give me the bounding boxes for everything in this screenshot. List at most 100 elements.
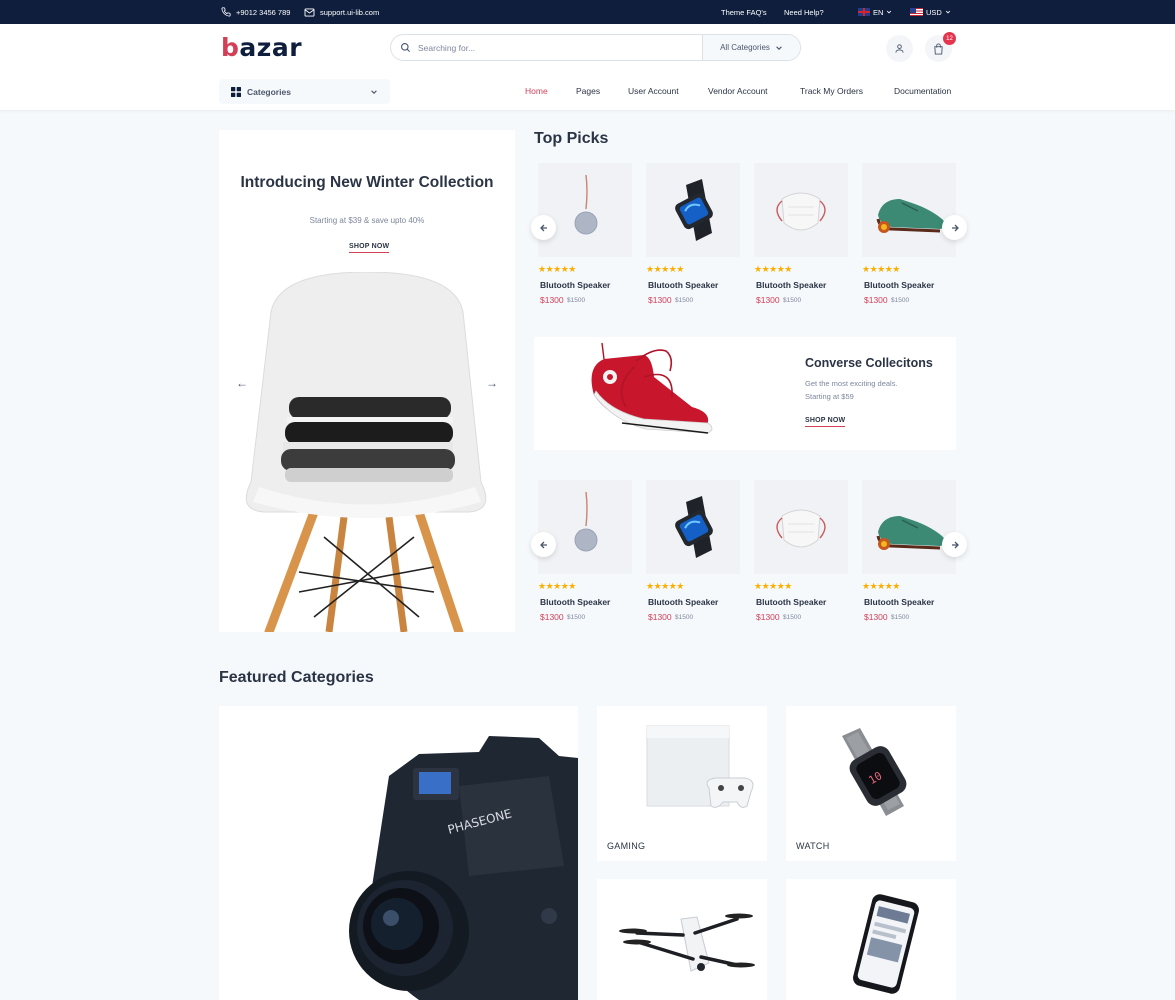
top-picks-title: Top Picks — [534, 130, 609, 147]
categories-button[interactable]: Categories — [219, 79, 390, 104]
product-image-speaker[interactable] — [538, 163, 632, 257]
categories-label: Categories — [247, 86, 291, 97]
top-picks-row-1-prev-arrow[interactable] — [531, 215, 556, 240]
hero-carousel: Introducing New Winter Collection Starti… — [219, 130, 515, 632]
product-name[interactable]: Blutooth Speaker — [540, 280, 610, 290]
product-price: $1300 — [756, 295, 780, 305]
rating-stars: ★★★★★ — [538, 264, 576, 274]
product-image-watch[interactable] — [646, 480, 740, 574]
header: bazar All Categories 12 Categories Home … — [0, 24, 1175, 110]
top-picks-row-2-next-arrow[interactable] — [942, 532, 967, 557]
cart-button[interactable]: 12 — [925, 32, 956, 62]
arrow-right-icon — [951, 541, 959, 548]
rating-stars: ★★★★★ — [646, 581, 684, 591]
uk-flag-icon — [858, 8, 870, 16]
hero-next-arrow[interactable]: → — [486, 376, 498, 390]
product-name[interactable]: Blutooth Speaker — [864, 597, 934, 607]
banner-title: Converse Collecitons — [805, 356, 933, 370]
category-label-watch: WATCH — [796, 841, 830, 851]
product-image-watch[interactable] — [646, 163, 740, 257]
nav-documentation[interactable]: Documentation — [894, 86, 951, 96]
phone-contact[interactable]: +9012 3456 789 — [221, 0, 290, 24]
mail-icon — [304, 7, 315, 17]
banner-shop-now-link[interactable]: SHOP NOW — [805, 417, 846, 427]
logo-text: azar — [239, 33, 303, 62]
category-label-gaming: GAMING — [607, 841, 646, 851]
currency-selector[interactable]: USD — [910, 0, 951, 24]
product-price: $1300 — [756, 612, 780, 622]
faq-link[interactable]: Theme FAQ's — [721, 0, 767, 24]
product-image-mask[interactable] — [754, 480, 848, 574]
email-contact[interactable]: support.ui-lib.com — [304, 0, 379, 24]
product-name[interactable]: Blutooth Speaker — [648, 597, 718, 607]
product-image-mask[interactable] — [754, 163, 848, 257]
top-picks-row-2-prev-arrow[interactable] — [531, 532, 556, 557]
product-name[interactable]: Blutooth Speaker — [756, 280, 826, 290]
product-price: $1300 — [648, 612, 672, 622]
top-picks-row-1-next-arrow[interactable] — [942, 215, 967, 240]
rating-stars: ★★★★★ — [646, 264, 684, 274]
hero-shop-now-link[interactable]: SHOP NOW — [349, 243, 390, 253]
banner-line-1: Get the most exciting deals. — [805, 379, 898, 388]
smartwatch-image: 10 — [842, 728, 907, 816]
product-price: $1300 — [864, 295, 888, 305]
chevron-down-icon — [945, 10, 950, 14]
help-link[interactable]: Need Help? — [784, 0, 824, 24]
language-label: EN — [873, 7, 884, 17]
rating-stars: ★★★★★ — [754, 581, 792, 591]
category-card-gaming[interactable]: GAMING — [597, 706, 767, 861]
chevron-down-icon — [887, 10, 892, 14]
banner-subtitle: Get the most exciting deals. Starting at… — [805, 377, 945, 403]
us-flag-icon — [910, 8, 923, 16]
help-label: Need Help? — [784, 7, 824, 17]
product-name[interactable]: Blutooth Speaker — [540, 597, 610, 607]
category-card-phone[interactable] — [786, 879, 956, 1000]
product-old-price: $1500 — [567, 614, 586, 621]
product-image-shoe[interactable] — [862, 163, 956, 257]
rating-stars: ★★★★★ — [862, 581, 900, 591]
search-input[interactable] — [418, 39, 698, 57]
rating-stars: ★★★★★ — [538, 581, 576, 591]
arrow-right-icon — [951, 224, 959, 231]
product-old-price: $1500 — [891, 297, 910, 304]
product-old-price: $1500 — [675, 614, 694, 621]
smartphone-image — [853, 894, 919, 994]
search-bar: All Categories — [390, 34, 801, 61]
chevron-down-icon — [776, 45, 782, 50]
user-account-button[interactable] — [886, 35, 913, 62]
product-name[interactable]: Blutooth Speaker — [648, 280, 718, 290]
product-name[interactable]: Blutooth Speaker — [756, 597, 826, 607]
converse-banner: Converse Collecitons Get the most exciti… — [534, 337, 956, 450]
hero-subtitle: Starting at $39 & save upto 40% — [309, 216, 425, 225]
category-card-camera[interactable]: PHASEONE — [219, 706, 578, 1000]
product-old-price: $1500 — [891, 614, 910, 621]
product-image-shoe[interactable] — [862, 480, 956, 574]
nav-pages[interactable]: Pages — [576, 86, 600, 96]
product-price: $1300 — [540, 295, 564, 305]
category-card-watch[interactable]: 10 WATCH — [786, 706, 956, 861]
product-image-speaker[interactable] — [538, 480, 632, 574]
product-old-price: $1500 — [567, 297, 586, 304]
product-price: $1300 — [648, 295, 672, 305]
rating-stars: ★★★★★ — [862, 264, 900, 274]
nav-track-orders[interactable]: Track My Orders — [800, 86, 863, 96]
product-name[interactable]: Blutooth Speaker — [864, 280, 934, 290]
language-selector[interactable]: EN — [858, 0, 892, 24]
phone-icon — [221, 7, 231, 17]
product-price: $1300 — [540, 612, 564, 622]
nav-home[interactable]: Home — [525, 86, 548, 96]
email-address: support.ui-lib.com — [320, 7, 380, 17]
hero-prev-arrow[interactable]: ← — [236, 376, 248, 390]
grid-icon — [231, 86, 241, 97]
product-old-price: $1500 — [783, 614, 802, 621]
faq-label: Theme FAQ's — [721, 7, 767, 17]
category-dropdown[interactable]: All Categories — [702, 35, 800, 60]
category-card-drone[interactable] — [597, 879, 767, 1000]
featured-categories-title: Featured Categories — [219, 669, 374, 686]
gaming-console-image — [646, 725, 754, 808]
site-logo[interactable]: bazar — [221, 33, 302, 62]
nav-vendor-account[interactable]: Vendor Account — [708, 86, 768, 96]
logo-accent: b — [221, 33, 240, 62]
nav-user-account[interactable]: User Account — [628, 86, 679, 96]
camera-image: PHASEONE — [349, 736, 578, 1000]
